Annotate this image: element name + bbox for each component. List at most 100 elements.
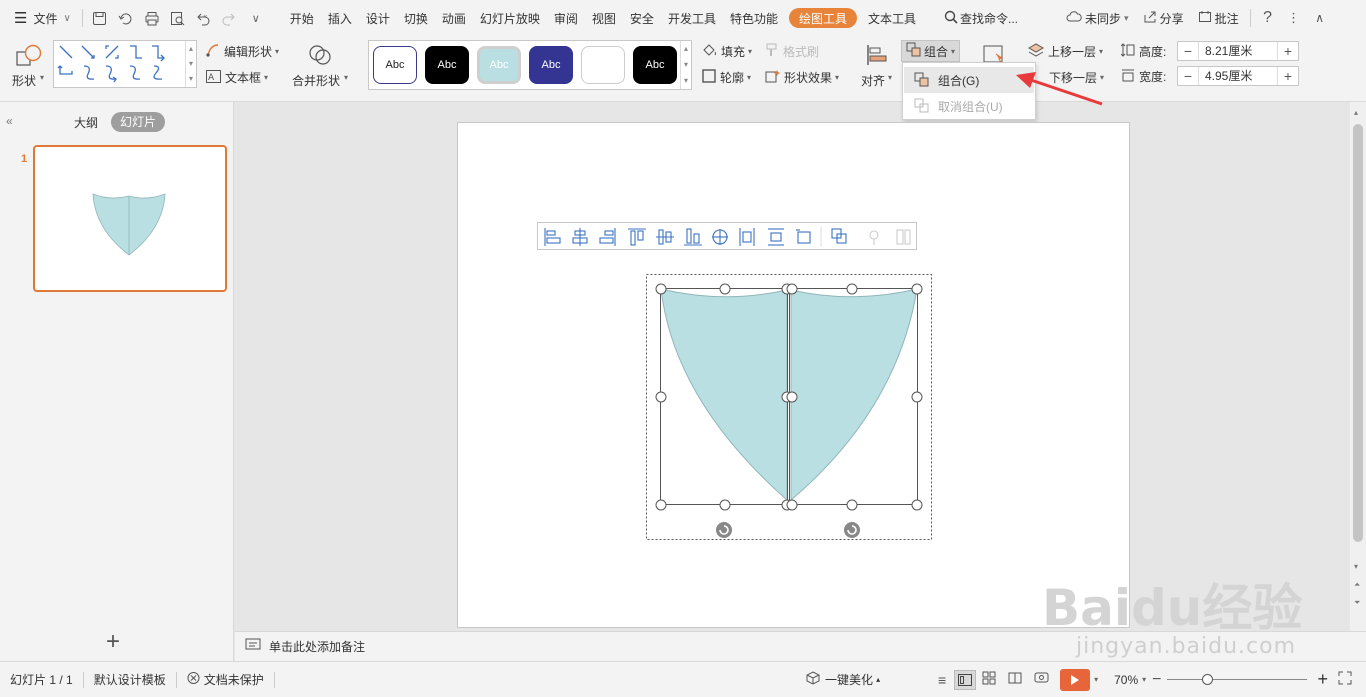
chevron-down-icon: ▾: [747, 73, 752, 82]
merge-shape-button[interactable]: 合并形状 ▾: [290, 40, 352, 90]
rotate-handle-icon: [844, 522, 860, 538]
zoom-slider[interactable]: [1167, 673, 1308, 687]
style-sample-indigo[interactable]: Abc: [529, 46, 573, 84]
presenter-view-icon[interactable]: [1028, 671, 1054, 688]
play-slideshow-button[interactable]: [1060, 668, 1091, 691]
print-preview-icon[interactable]: [165, 0, 191, 36]
notes-toggle-icon[interactable]: ≡: [930, 672, 954, 688]
align-button[interactable]: 对齐 ▾: [858, 40, 898, 90]
share-button[interactable]: 分享: [1136, 0, 1191, 36]
file-menu[interactable]: ☰ 文件 ∨: [0, 0, 78, 36]
normal-view-icon[interactable]: [954, 669, 977, 690]
status-bar: 幻灯片 1 / 1 默认设计模板 文档未保护 一键美化 ▴ ≡ ▾ 70% ▾ …: [0, 661, 1366, 697]
grid-view-icon[interactable]: [976, 671, 1002, 688]
minus-icon[interactable]: −: [1178, 43, 1198, 59]
tab-design[interactable]: 设计: [359, 0, 397, 36]
undo-icon[interactable]: [191, 0, 217, 36]
vertical-scrollbar[interactable]: ▴ ▾ ⏶ ⏷: [1350, 102, 1366, 631]
next-slide-icon[interactable]: ⏷: [1354, 598, 1360, 608]
style-sample-white[interactable]: Abc: [581, 46, 625, 84]
plus-icon[interactable]: +: [1278, 43, 1298, 59]
search-command[interactable]: 查找命令...: [937, 0, 1025, 36]
scroll-down-icon[interactable]: ▾: [1354, 562, 1358, 571]
print-icon[interactable]: [139, 0, 165, 36]
height-input[interactable]: − 8.21厘米 +: [1177, 41, 1299, 61]
zoom-out-icon[interactable]: −: [1152, 671, 1161, 689]
resize-handle: [911, 283, 923, 295]
width-input[interactable]: − 4.95厘米 +: [1177, 66, 1299, 86]
slide-panel: « 大纲 幻灯片 1 +: [0, 102, 234, 661]
chevron-down-icon[interactable]: ▾: [1094, 675, 1098, 684]
zoom-level[interactable]: 70%: [1110, 673, 1142, 687]
fit-window-icon[interactable]: [1338, 671, 1352, 688]
reading-view-icon[interactable]: [1002, 671, 1028, 688]
textbox-button[interactable]: A 文本框 ▾: [206, 69, 268, 86]
tab-animation[interactable]: 动画: [435, 0, 473, 36]
more-icon[interactable]: ⋮: [1281, 0, 1307, 36]
format-brush-button[interactable]: 格式刷: [765, 43, 819, 60]
group-button[interactable]: 组合 ▾: [901, 40, 961, 62]
tab-review[interactable]: 审阅: [547, 0, 585, 36]
beautify-label: 一键美化: [825, 673, 874, 687]
beautify-button[interactable]: 一键美化 ▴: [796, 671, 890, 688]
width-value[interactable]: 4.95厘米: [1198, 67, 1278, 85]
tab-transition[interactable]: 切换: [397, 0, 435, 36]
tab-outline[interactable]: 大纲: [74, 114, 98, 131]
outline-button[interactable]: 轮廓 ▾: [702, 69, 751, 86]
chevron-down-icon: ▾: [344, 73, 349, 82]
plus-icon[interactable]: +: [1278, 68, 1298, 84]
comment-button[interactable]: 批注: [1191, 0, 1246, 36]
style-sample-outline-purple[interactable]: Abc: [373, 46, 417, 84]
bring-forward-button[interactable]: 上移一层 ▾: [1027, 43, 1103, 60]
edit-shape-button[interactable]: 编辑形状 ▾: [206, 43, 279, 60]
tab-slideshow[interactable]: 幻灯片放映: [473, 0, 547, 36]
add-slide-icon[interactable]: +: [106, 630, 120, 654]
collapse-panel-icon[interactable]: «: [6, 114, 13, 128]
redo-icon[interactable]: [217, 0, 243, 36]
height-value[interactable]: 8.21厘米: [1198, 42, 1278, 60]
unlink-icon: [896, 229, 911, 245]
tab-developer[interactable]: 开发工具: [661, 0, 723, 36]
shape-effect-button[interactable]: 形状效果 ▾: [765, 69, 839, 86]
tab-slides[interactable]: 幻灯片: [111, 112, 166, 132]
style-sample-black-2[interactable]: Abc: [633, 46, 677, 84]
slide-thumbnail[interactable]: [33, 145, 227, 292]
cube-icon: [806, 671, 820, 688]
style-sample-black[interactable]: Abc: [425, 46, 469, 84]
shape-style-gallery: Abc Abc Abc Abc Abc Abc ▴ ▾ ▾: [368, 40, 692, 90]
slide-thumbnail-preview: [92, 193, 166, 256]
chevron-down-icon[interactable]: ▾: [1142, 675, 1146, 684]
tab-security[interactable]: 安全: [623, 0, 661, 36]
style-gallery-scroll[interactable]: ▴ ▾ ▾: [680, 41, 691, 89]
undo-history-icon[interactable]: [113, 0, 139, 36]
help-icon[interactable]: ?: [1255, 0, 1281, 36]
prev-slide-icon[interactable]: ⏶: [1354, 580, 1360, 590]
save-icon[interactable]: [87, 0, 113, 36]
protect-status[interactable]: 文档未保护: [177, 671, 274, 688]
tab-home[interactable]: 开始: [283, 0, 321, 36]
line-style-gallery[interactable]: ▴ ▾ ▾: [53, 40, 197, 88]
tab-features[interactable]: 特色功能: [723, 0, 785, 36]
scroll-up-icon[interactable]: ▴: [1354, 108, 1358, 117]
tab-insert[interactable]: 插入: [321, 0, 359, 36]
selected-shield-group[interactable]: [640, 270, 940, 546]
tab-view[interactable]: 视图: [585, 0, 623, 36]
scroll-thumb[interactable]: [1353, 124, 1363, 542]
zoom-slider-thumb[interactable]: [1202, 673, 1214, 685]
fill-button[interactable]: 填充 ▾: [702, 43, 752, 60]
tab-drawing-tools[interactable]: 绘图工具: [788, 8, 857, 28]
collapse-ribbon-icon[interactable]: ∧: [1307, 0, 1333, 36]
chevron-down-icon: ▾: [951, 46, 956, 56]
template-name[interactable]: 默认设计模板: [84, 671, 176, 688]
style-sample-light-blue[interactable]: Abc: [477, 46, 521, 84]
tab-text-tools[interactable]: 文本工具: [861, 0, 923, 36]
minus-icon[interactable]: −: [1178, 68, 1198, 84]
shield-left-half: [660, 288, 788, 502]
align-both-center-icon: [712, 229, 728, 245]
shape-button[interactable]: 形状 ▾: [8, 40, 48, 90]
svg-text:A: A: [208, 73, 215, 83]
zoom-in-icon[interactable]: +: [1317, 669, 1328, 690]
sync-status[interactable]: 未同步 ▾: [1059, 0, 1136, 36]
gallery-scroll[interactable]: ▴ ▾ ▾: [185, 41, 196, 87]
quick-access-dropdown-icon[interactable]: ∨: [243, 0, 269, 36]
